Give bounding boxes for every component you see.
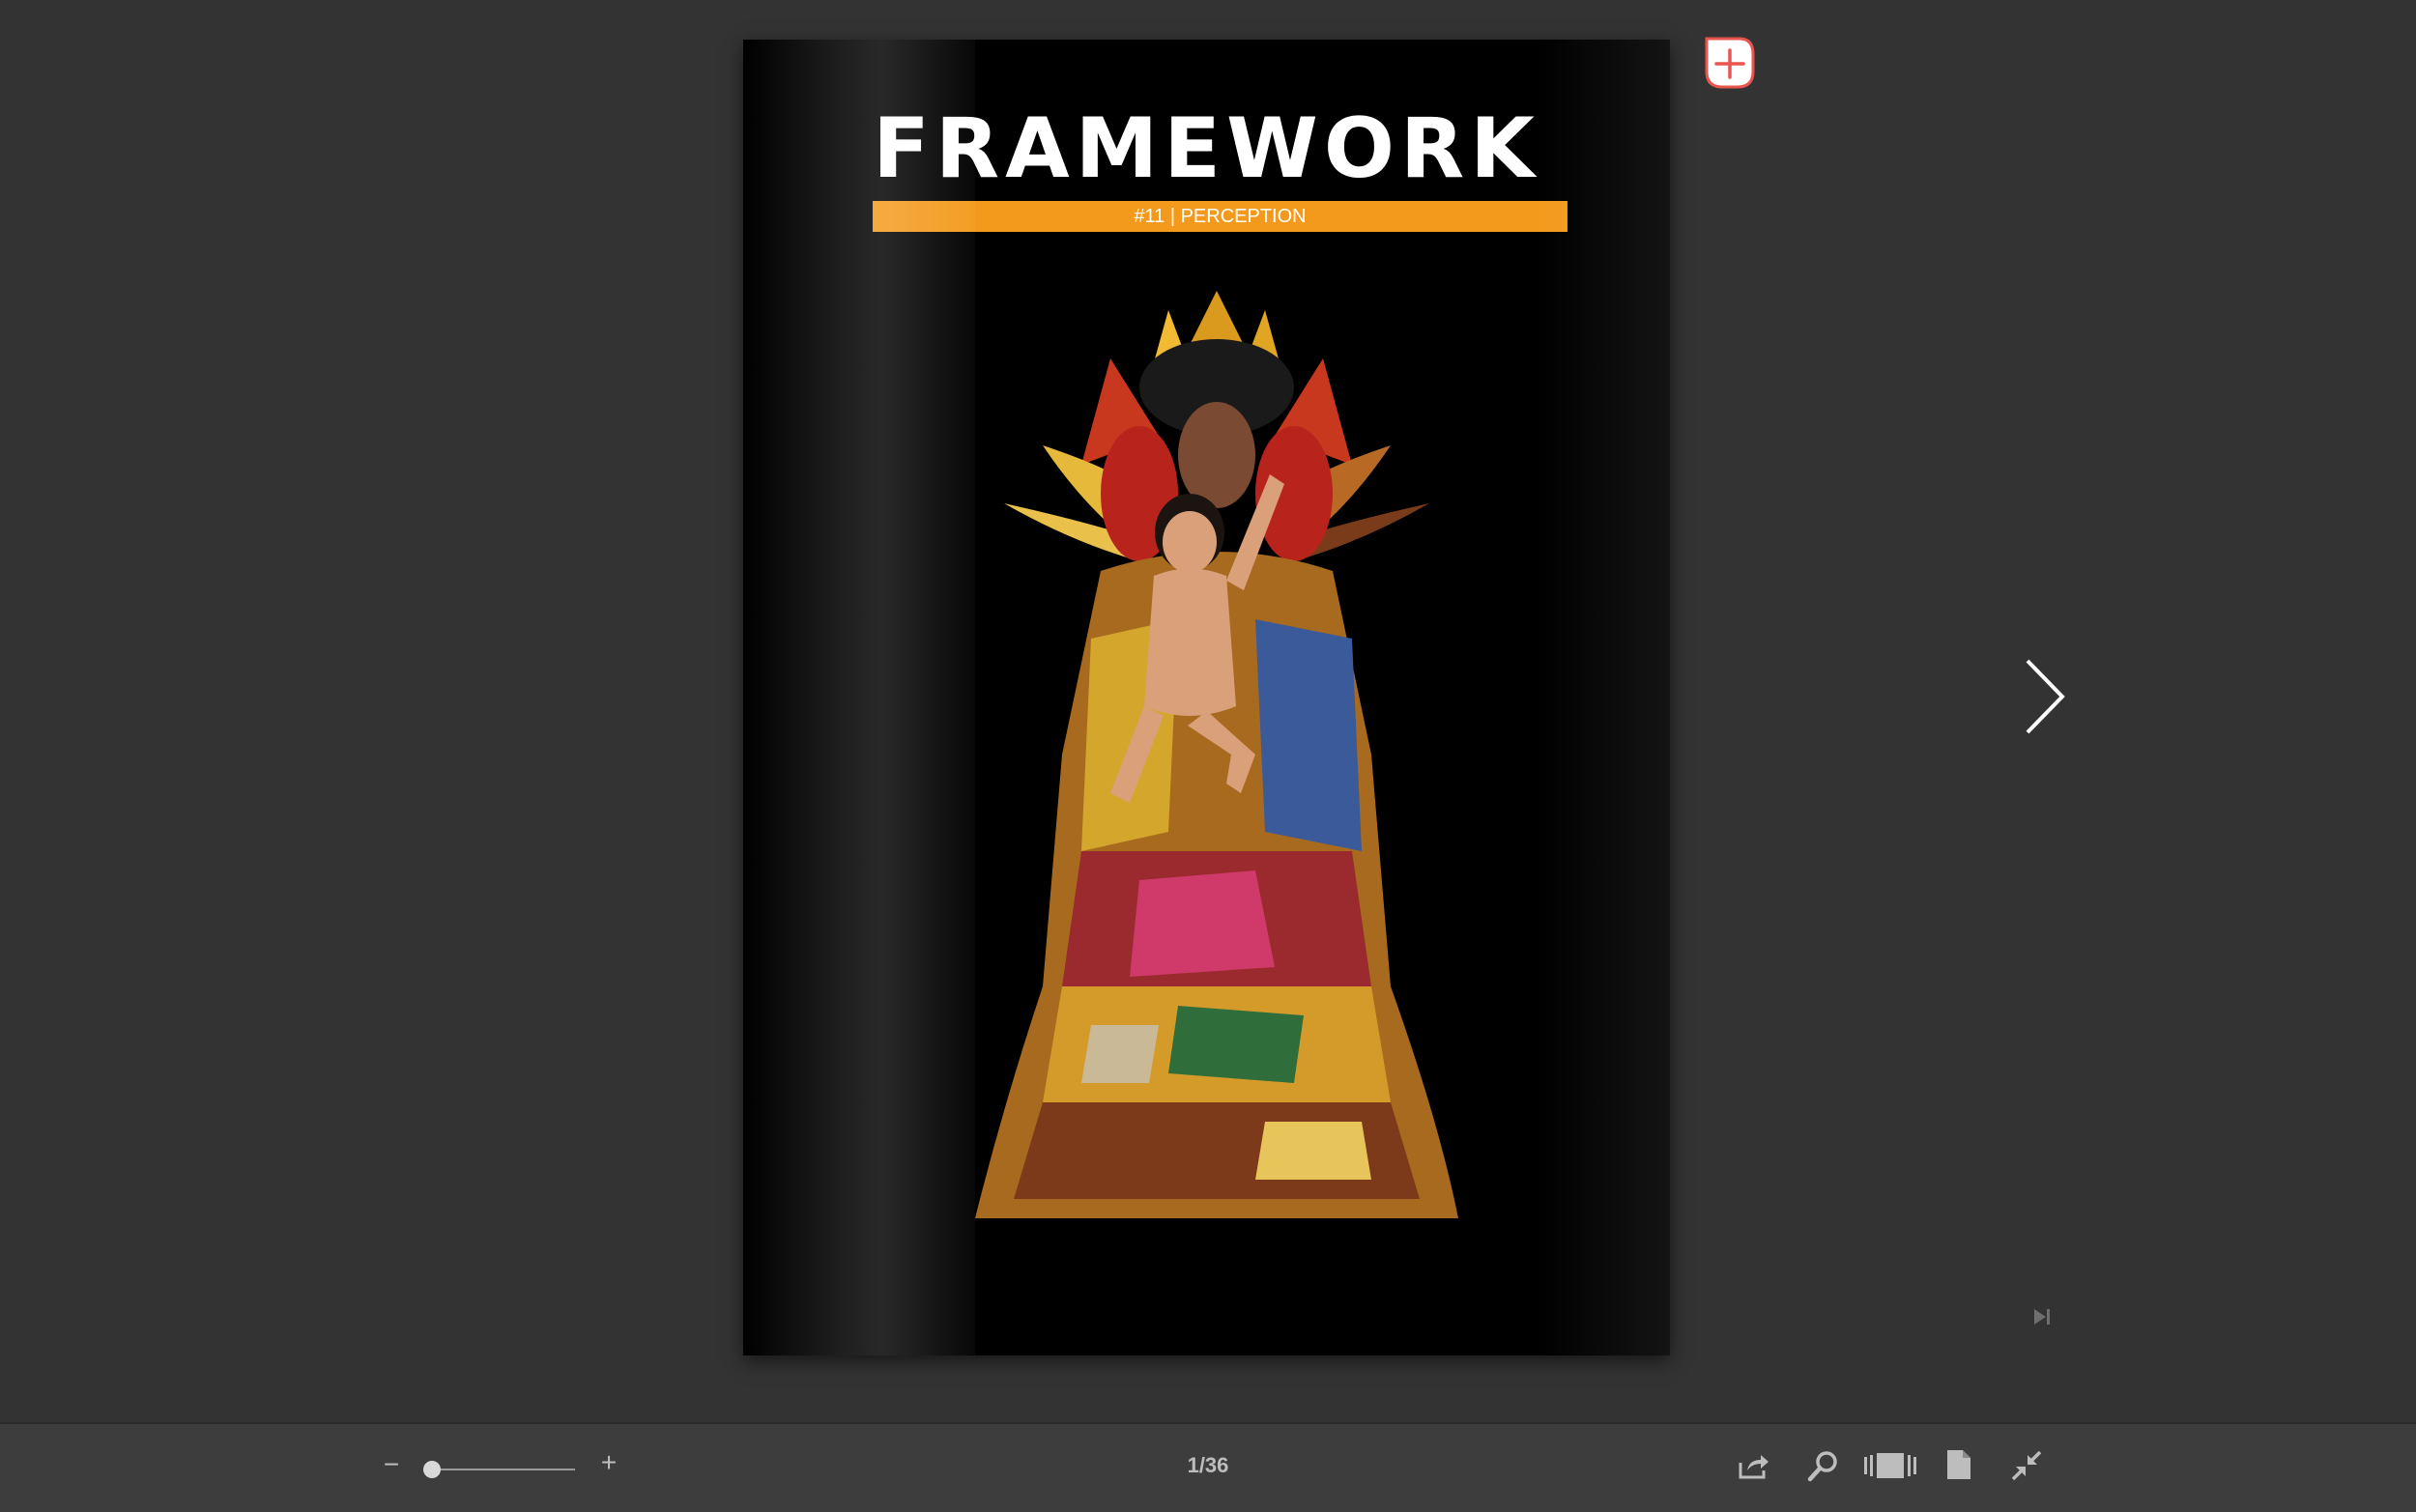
chevron-right-icon [2026,659,2065,734]
exit-fullscreen-button[interactable] [2010,1449,2043,1482]
share-button[interactable] [1738,1451,1770,1480]
single-page-icon [1947,1450,1970,1479]
zoom-in-button[interactable]: + [599,1449,618,1476]
viewer-stage: FRAMEWORK #11 | PERCEPTION [0,0,2416,1420]
share-icon [1739,1455,1769,1479]
add-page-icon [1705,37,1755,89]
zoom-slider-track[interactable] [425,1469,575,1470]
search-icon [1807,1451,1837,1482]
cover-masthead: FRAMEWORK [873,100,1540,197]
thumbnails-icon [1864,1453,1916,1478]
last-page-button[interactable] [2031,1306,2053,1327]
page-counter: 1/36 [1187,1453,1229,1477]
next-page-button[interactable] [2020,657,2068,736]
search-button[interactable] [1807,1449,1840,1482]
magazine-cover[interactable]: FRAMEWORK #11 | PERCEPTION [743,40,1670,1355]
single-page-button[interactable] [1946,1449,1971,1480]
thumbnails-button[interactable] [1863,1451,1919,1480]
exit-fullscreen-icon [2011,1450,2042,1481]
zoom-slider-thumb[interactable] [423,1461,441,1478]
cover-photo [975,291,1458,1218]
zoom-out-button[interactable]: − [382,1451,401,1478]
add-page-button[interactable] [1701,35,1757,91]
issue-label-bar: #11 | PERCEPTION [873,201,1568,232]
page-edge-shading [1535,40,1670,1355]
bottom-toolbar: − + 1/36 [0,1422,2416,1512]
skip-to-end-icon [2034,1309,2050,1325]
